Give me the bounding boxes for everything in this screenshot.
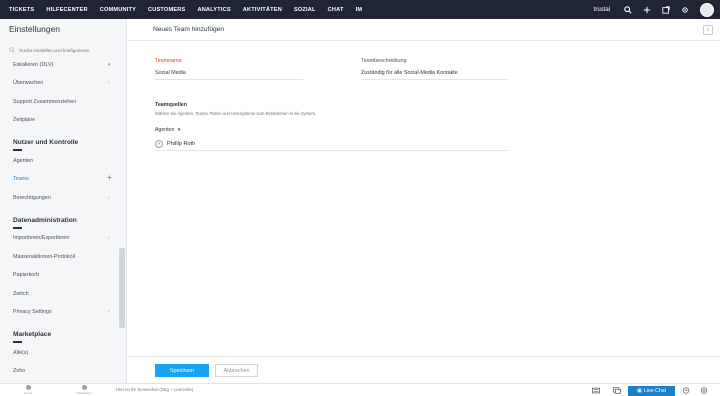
agents-label: Agenten [155, 127, 175, 133]
section-underline [13, 149, 22, 151]
nav-sozial[interactable]: SOZIAL [294, 7, 316, 13]
team-name-input[interactable] [155, 68, 303, 80]
nav-community[interactable]: COMMUNITY [100, 7, 136, 13]
nav-im[interactable]: IM [356, 7, 363, 13]
dashboard-tab[interactable]: Dashboard [56, 384, 112, 396]
search-icon[interactable] [624, 5, 632, 14]
keyboard-icon[interactable] [592, 387, 600, 394]
sidebar-item-berechtigungen[interactable]: Berechtigungen [13, 195, 51, 201]
nav-analytics[interactable]: ANALYTICS [197, 7, 230, 13]
chat-window-icon[interactable] [613, 387, 621, 394]
command-search-input[interactable] [116, 387, 316, 392]
form-footer: Speichern Abbrechen [127, 356, 720, 383]
add-team-icon[interactable]: + [107, 173, 112, 182]
dashboard-icon [81, 385, 87, 390]
sidebar-item-support-zusammenziehen[interactable]: Support Zusammenziehen [13, 99, 76, 105]
info-button[interactable]: i [703, 25, 713, 35]
save-button[interactable]: Speichern [155, 364, 209, 377]
team-description-label: Teambeschreibung [361, 58, 407, 64]
search-icon [9, 47, 15, 53]
sidebar-item-privacy-settings[interactable]: Privacy Settings [13, 309, 52, 315]
plus-icon[interactable] [643, 6, 651, 14]
team-sources-description: Wählen Sie Agenten, Teams, Rollen und Un… [155, 111, 317, 116]
sidebar-item-papierkorb[interactable]: Papierkorb [13, 272, 39, 278]
sidebar-item-massenaktionen-protokoll[interactable]: Massenaktionen-Protokoll [13, 254, 75, 260]
chevron-down-icon: ▾ [108, 62, 111, 68]
dashboard-tab-label: Dashboard [76, 391, 92, 395]
sidebar-title: Einstellungen [9, 24, 61, 34]
section-underline [13, 341, 22, 343]
section-underline [13, 227, 22, 229]
sidebar-search-input[interactable] [19, 47, 119, 53]
bottom-bar: Home Dashboard ▣ Live-Chat [0, 383, 720, 396]
chevron-right-icon: › [108, 309, 110, 315]
nav-customers[interactable]: CUSTOMERS [148, 7, 185, 13]
agent-avatar: P [155, 139, 163, 148]
chevron-down-icon: ▾ [177, 127, 181, 133]
nav-chat[interactable]: CHAT [328, 7, 344, 13]
team-sources-title: Teamquellen [155, 102, 187, 108]
nav-tickets[interactable]: TICKETS [9, 7, 34, 13]
sidebar-item-zoho[interactable]: Zoho [13, 368, 25, 374]
agents-dropdown[interactable]: Agenten ▾ [155, 127, 180, 133]
page-title: Neues Team hinzufügen [153, 26, 224, 33]
section-datenadministration: Datenadministration [13, 217, 77, 224]
section-nutzer-und-kontrolle: Nutzer und Kontrolle [13, 139, 79, 146]
chat-bubble-icon: ▣ [636, 388, 642, 394]
clock-icon[interactable] [682, 387, 690, 394]
live-chat-label: Live-Chat [643, 388, 667, 394]
chevron-right-icon: › [108, 80, 110, 86]
top-navigation: TICKETS HILFECENTER COMMUNITY CUSTOMERS … [0, 0, 720, 19]
home-tab-label: Home [23, 391, 32, 395]
settings-sidebar: Einstellungen Eskalieren (DLV) ▾ Überwac… [0, 19, 127, 383]
avatar[interactable] [700, 2, 714, 17]
org-name[interactable]: trustal [594, 7, 610, 13]
home-icon [25, 385, 31, 390]
sidebar-list: Eskalieren (DLV) ▾ Überwachen › Support … [0, 59, 120, 347]
section-marketplace: Marketplace [13, 331, 52, 338]
help-icon[interactable] [700, 387, 708, 394]
sidebar-search [6, 43, 121, 57]
sidebar-item-teams[interactable]: Teams [13, 176, 29, 182]
agent-name: Phillip Roth [167, 140, 196, 147]
sidebar-item-zeitplaene[interactable]: Zeitpläne [13, 117, 35, 123]
sidebar-scrollbar[interactable] [119, 248, 125, 328]
team-name-label: Teamname [155, 58, 182, 64]
page-header: Neues Team hinzufügen i [127, 19, 720, 41]
nav-aktivitaeten[interactable]: AKTIVITÄTEN [243, 7, 282, 13]
external-window-icon[interactable] [662, 5, 670, 14]
sidebar-item-agenten[interactable]: Agenten [13, 158, 33, 164]
chevron-right-icon: › [108, 235, 110, 241]
sidebar-item-alle[interactable]: Alle(s) [13, 350, 28, 356]
chevron-right-icon: › [108, 195, 110, 201]
nav-hilfecenter[interactable]: HILFECENTER [46, 7, 87, 13]
home-tab[interactable]: Home [0, 384, 56, 396]
sidebar-item-importieren-exportieren[interactable]: Importieren/Exportieren [13, 235, 69, 241]
live-chat-button[interactable]: ▣ Live-Chat [628, 386, 675, 396]
sidebar-item-zwitch[interactable]: Zwitch [13, 291, 29, 297]
cancel-button[interactable]: Abbrechen [215, 364, 258, 377]
gear-icon[interactable] [681, 6, 689, 14]
team-description-input[interactable] [361, 68, 508, 80]
sidebar-item-ueberwachen[interactable]: Überwachen [13, 80, 43, 86]
sidebar-item-eskalieren[interactable]: Eskalieren (DLV) [13, 62, 53, 68]
agent-list-item[interactable]: P Phillip Roth [155, 137, 508, 151]
